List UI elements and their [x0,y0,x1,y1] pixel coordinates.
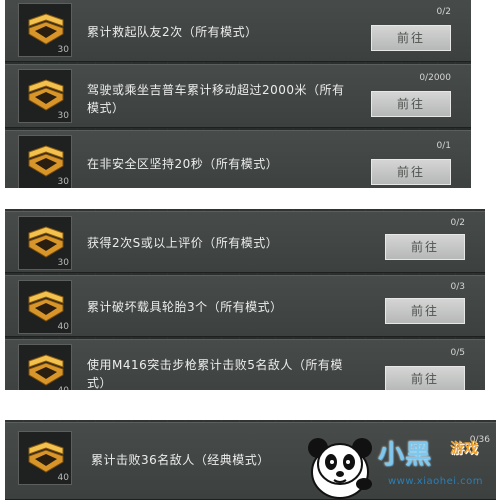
watermark-brand: 小黑 [378,440,433,470]
goto-button[interactable]: 前往 [371,25,451,51]
task-group-1: 30 累计救起队友2次（所有模式） 0/2 前往 30 驾驶或乘坐吉普车累计移动… [5,0,471,188]
task-description: 获得2次S或以上评价（所有模式） [87,236,279,250]
task-badge: 30 [18,3,72,57]
task-progress: 0/2000 [419,73,451,83]
chevron-rank-icon [28,13,64,45]
watermark-url: www.xiaohei.com [388,476,484,487]
chevron-rank-icon [28,441,64,473]
task-level: 30 [57,111,69,121]
task-description: 累计救起队友2次（所有模式） [87,25,258,39]
goto-button[interactable]: 前往 [371,91,451,117]
task-group-2: 30 获得2次S或以上评价（所有模式） 0/2 前往 40 累计破坏载具轮胎3个… [5,209,485,390]
chevron-rank-icon [28,354,64,386]
task-badge: 30 [18,69,72,123]
task-badge: 30 [18,216,72,270]
task-row: 30 在非安全区坚持20秒（所有模式） 0/1 前往 [5,130,471,188]
task-row: 30 驾驶或乘坐吉普车累计移动超过2000米（所有模式） 0/2000 前往 [5,64,471,128]
task-level: 40 [57,322,69,332]
task-badge: 40 [18,280,72,334]
task-description: 驾驶或乘坐吉普车累计移动超过2000米（所有模式） [87,83,345,115]
chevron-rank-icon [28,145,64,177]
task-description: 累计破坏载具轮胎3个（所有模式） [87,300,283,314]
task-row: 40 使用M416突击步枪累计击败5名敌人（所有模式） 0/5 前往 [5,339,485,390]
task-description: 在非安全区坚持20秒（所有模式） [87,157,279,171]
watermark-sub: 游戏 [450,441,478,457]
goto-button[interactable]: 前往 [385,366,465,390]
watermark-logo: 小黑 游戏 www.xiaohei.com [300,428,496,500]
task-progress: 0/5 [450,348,465,358]
task-progress: 0/1 [436,141,451,151]
chevron-rank-icon [28,226,64,258]
goto-button[interactable]: 前往 [371,159,451,185]
task-level: 40 [58,386,69,390]
task-level: 40 [57,473,69,483]
goto-button[interactable]: 前往 [385,234,465,260]
task-badge: 40 [18,431,72,485]
panda-mascot-icon [308,438,372,499]
task-badge: 30 [18,135,72,188]
task-progress: 0/2 [450,218,465,228]
task-level: 30 [57,177,69,187]
task-row: 30 累计救起队友2次（所有模式） 0/2 前往 [5,0,471,62]
task-progress: 0/2 [436,7,451,17]
chevron-rank-icon [28,290,64,322]
chevron-rank-icon [28,79,64,111]
task-level: 30 [57,258,69,268]
task-badge: 40 [18,344,72,390]
task-row: 40 累计破坏载具轮胎3个（所有模式） 0/3 前往 [5,275,485,337]
task-progress: 0/3 [450,282,465,292]
task-description: 使用M416突击步枪累计击败5名敌人（所有模式） [87,358,343,390]
task-level: 30 [57,45,69,55]
task-row: 30 获得2次S或以上评价（所有模式） 0/2 前往 [5,211,485,273]
goto-button[interactable]: 前往 [385,298,465,324]
